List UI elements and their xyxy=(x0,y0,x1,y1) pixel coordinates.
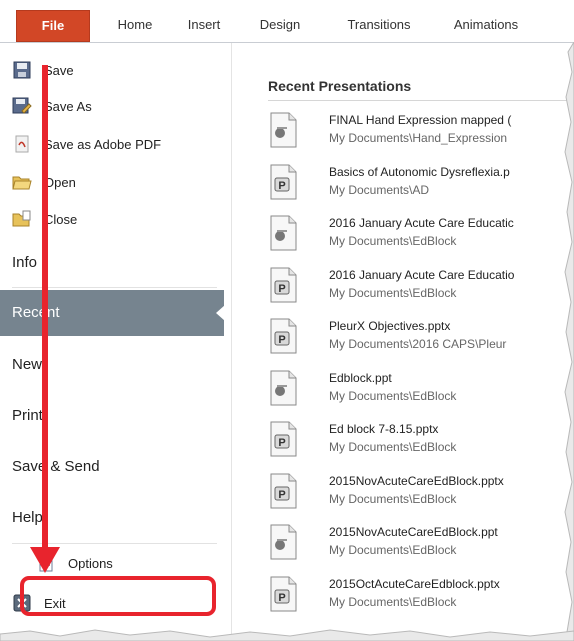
save-icon xyxy=(12,61,32,79)
section-title: Recent Presentations xyxy=(268,78,412,94)
ppt-old-icon xyxy=(270,112,297,148)
pptx-icon: P xyxy=(270,421,297,457)
tab-insert[interactable]: Insert xyxy=(178,12,230,38)
new-button[interactable]: New xyxy=(12,345,42,385)
recent-file-item[interactable]: 2016 January Acute Care Educatic My Docum… xyxy=(268,213,574,257)
pptx-icon: P xyxy=(270,318,297,354)
torn-edge-bottom xyxy=(0,629,574,641)
ribbon-tab-bar: File Home Insert Design Transitions Anim… xyxy=(0,0,574,43)
file-name: Edblock.ppt xyxy=(329,370,392,385)
file-name: 2015NovAcuteCareEdBlock.pptx xyxy=(329,473,504,488)
recent-panel: Recent Presentations FINAL Hand Expressi… xyxy=(232,43,574,641)
tab-home[interactable]: Home xyxy=(108,12,162,38)
save-as-button[interactable]: Save As xyxy=(12,93,92,119)
file-path: My Documents\AD xyxy=(329,182,430,197)
save-as-pdf-label: Save as Adobe PDF xyxy=(44,136,162,152)
file-name: 2016 January Acute Care Educatic xyxy=(329,216,514,230)
recent-file-item[interactable]: P Ed block 7-8.15.pptx My Documents\EdBloc… xyxy=(268,419,574,463)
save-label: Save xyxy=(44,62,74,78)
tab-design[interactable]: Design xyxy=(252,12,308,38)
file-name: FINAL Hand Expression mapped ( xyxy=(329,113,512,127)
ppt-old-icon xyxy=(270,215,297,251)
section-divider xyxy=(268,100,574,101)
close-folder-icon xyxy=(12,210,32,228)
file-name: 2016 January Acute Care Educatio xyxy=(329,267,515,282)
recent-file-item[interactable]: P PleurX Objectives.pptx My Documents\2016… xyxy=(268,316,574,360)
annotation-arrow-head xyxy=(30,547,60,573)
recent-file-item[interactable]: P Basics of Autonomic Dysreflexia.p My Doc… xyxy=(268,162,574,206)
file-path: My Documents\EdBlock xyxy=(329,491,457,506)
recent-button[interactable]: Recent xyxy=(0,290,225,336)
file-path: My Documents\Hand_Expression xyxy=(329,131,508,145)
help-button[interactable]: Help xyxy=(12,498,43,538)
file-name: Ed block 7-8.15.pptx xyxy=(329,422,439,436)
pptx-icon: P xyxy=(270,576,297,611)
recent-file-item[interactable]: Edblock.ppt My Documents\EdBlock xyxy=(268,368,574,412)
recent-file-item[interactable]: P 2015OctAcuteCareEdblock.pptx My Document… xyxy=(268,574,574,618)
print-button[interactable]: Print xyxy=(12,396,43,436)
file-name: 2015OctAcuteCareEdblock.pptx xyxy=(329,576,500,591)
ppt-old-icon xyxy=(270,524,297,560)
file-path: My Documents\EdBlock xyxy=(329,543,457,557)
pptx-icon: P xyxy=(270,267,297,302)
save-as-label: Save As xyxy=(44,98,92,114)
options-label: Options xyxy=(68,555,113,571)
svg-text:P: P xyxy=(278,180,285,192)
tab-animations[interactable]: Animations xyxy=(442,12,530,38)
pptx-icon: P xyxy=(270,473,297,508)
svg-text:P: P xyxy=(278,283,285,295)
svg-text:P: P xyxy=(278,592,285,604)
file-name: Basics of Autonomic Dysreflexia.p xyxy=(329,164,510,179)
save-send-button[interactable]: Save & Send xyxy=(12,447,100,487)
recent-file-item[interactable]: FINAL Hand Expression mapped ( My Documen… xyxy=(268,110,574,154)
info-button[interactable]: Info xyxy=(12,243,37,283)
svg-text:P: P xyxy=(278,489,285,501)
pdf-icon xyxy=(12,135,32,153)
tab-file[interactable]: File xyxy=(16,10,90,42)
torn-edge-right xyxy=(564,42,574,641)
svg-text:P: P xyxy=(278,334,285,346)
pptx-icon: P xyxy=(270,164,297,199)
open-label: Open xyxy=(44,174,76,190)
backstage-nav: Save Save As Save as Adobe PDF Open Clos… xyxy=(0,43,232,641)
save-as-pdf-button[interactable]: Save as Adobe PDF xyxy=(12,131,161,157)
file-path: My Documents\EdBlock xyxy=(329,440,457,454)
close-label: Close xyxy=(44,211,78,227)
annotation-highlight-box xyxy=(20,576,216,616)
recent-file-item[interactable]: 2015NovAcuteCareEdBlock.ppt My Documents\… xyxy=(268,522,574,566)
file-name: 2015NovAcuteCareEdBlock.ppt xyxy=(329,525,498,539)
svg-text:P: P xyxy=(278,437,285,449)
save-as-icon xyxy=(12,97,32,115)
tab-transitions[interactable]: Transitions xyxy=(336,12,422,38)
file-path: My Documents\2016 CAPS\Pleur xyxy=(329,337,507,351)
file-path: My Documents\EdBlock xyxy=(329,388,457,403)
file-name: PleurX Objectives.pptx xyxy=(329,319,451,333)
annotation-arrow-line xyxy=(42,65,48,553)
file-path: My Documents\EdBlock xyxy=(329,285,457,300)
ppt-old-icon xyxy=(270,370,297,405)
file-path: My Documents\EdBlock xyxy=(329,594,457,609)
recent-file-item[interactable]: P 2016 January Acute Care Educatio My Docu… xyxy=(268,265,574,309)
open-folder-icon xyxy=(12,173,32,191)
recent-file-item[interactable]: P 2015NovAcuteCareEdBlock.pptx My Document… xyxy=(268,471,574,515)
file-path: My Documents\EdBlock xyxy=(329,234,457,248)
